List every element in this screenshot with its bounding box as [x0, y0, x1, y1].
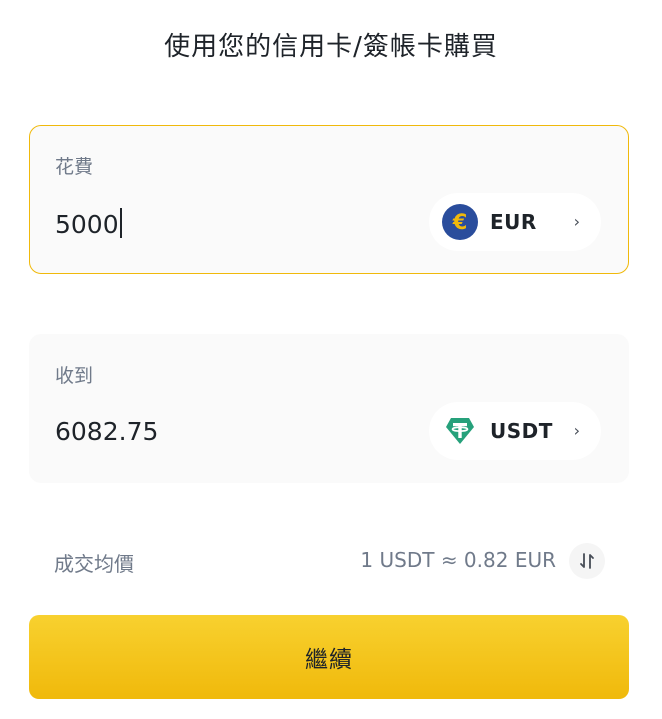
rate-value: 1 USDT ≈ 0.82 EUR [360, 548, 556, 572]
receive-amount-value: 6082.75 [55, 417, 159, 446]
swap-arrows-icon[interactable] [569, 543, 605, 579]
euro-glyph: € [452, 210, 468, 234]
page-title: 使用您的信用卡/簽帳卡購買 [164, 32, 498, 62]
spend-label: 花費 [55, 156, 94, 178]
euro-icon: € [442, 204, 478, 240]
receive-card: 收到 6082.75 USDT › [29, 334, 629, 483]
spend-currency-code: EUR [490, 210, 537, 234]
spend-currency-selector[interactable]: € EUR › [429, 193, 601, 251]
spend-card: 花費 5000 € EUR › [29, 125, 629, 274]
spend-amount-value: 5000 [55, 210, 119, 239]
chevron-right-icon: › [573, 212, 580, 231]
rate-label: 成交均價 [54, 552, 134, 576]
receive-currency-code: USDT [490, 419, 553, 443]
chevron-right-icon: › [573, 421, 580, 440]
receive-label: 收到 [55, 365, 94, 387]
tether-icon [442, 413, 478, 449]
spend-amount-input[interactable]: 5000 [55, 208, 122, 239]
receive-currency-selector[interactable]: USDT › [429, 402, 601, 460]
continue-button[interactable]: 繼續 [29, 615, 629, 699]
text-caret [119, 208, 122, 238]
